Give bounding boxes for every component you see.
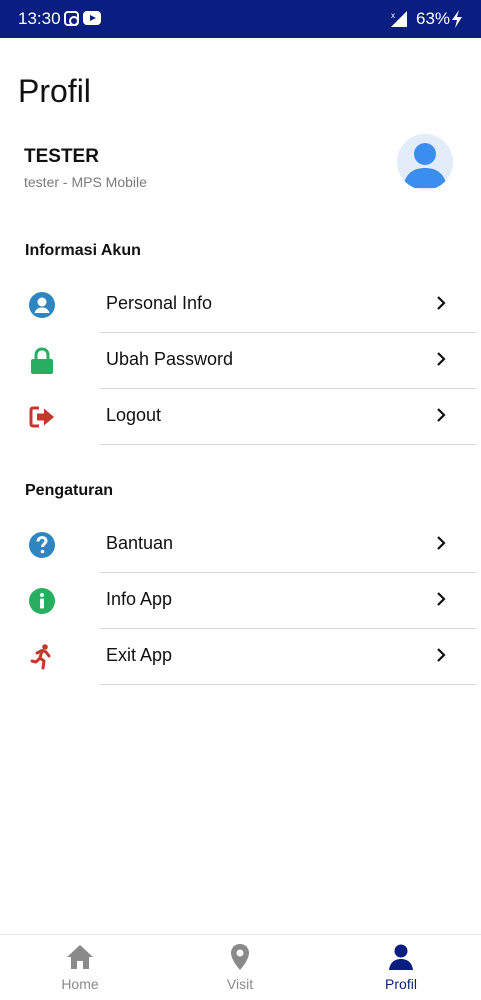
menu-item-ubah-password[interactable]: Ubah Password: [0, 333, 481, 389]
nav-item-home[interactable]: Home: [0, 935, 160, 1000]
menu-item-exit-app[interactable]: Exit App: [0, 629, 481, 685]
page-title: Profil: [18, 73, 91, 109]
bottom-nav: Home Visit Profil: [0, 934, 481, 1000]
running-person-icon: [30, 644, 51, 670]
menu-item-logout[interactable]: Logout: [0, 389, 481, 445]
nav-label: Home: [61, 976, 99, 992]
status-time: 13:30: [18, 9, 61, 28]
status-bar: 13:30 x 63%: [0, 0, 481, 38]
nav-label: Visit: [226, 976, 254, 992]
lock-icon: [31, 347, 53, 374]
battery-percent: 63%: [416, 9, 451, 28]
avatar-user-icon: [403, 143, 447, 188]
chevron-right-icon: [437, 648, 446, 662]
menu-label: Info App: [106, 589, 173, 609]
menu-label: Ubah Password: [106, 349, 234, 369]
nav-label: Profil: [385, 976, 417, 992]
user-subtitle: tester - MPS Mobile: [24, 174, 147, 190]
nav-item-visit[interactable]: Visit: [160, 935, 320, 1000]
chevron-right-icon: [437, 296, 446, 310]
user-icon: [389, 944, 413, 970]
divider: [100, 684, 476, 685]
divider: [100, 444, 476, 445]
menu-item-info-app[interactable]: Info App: [0, 573, 481, 629]
map-pin-icon: [231, 944, 249, 970]
charging-bolt-icon: [452, 10, 462, 28]
logout-icon: [29, 406, 54, 428]
menu-label: Exit App: [106, 645, 173, 665]
menu-label: Logout: [106, 405, 162, 425]
user-name: TESTER: [24, 146, 99, 167]
menu-label: Bantuan: [106, 533, 174, 553]
avatar[interactable]: [397, 134, 453, 190]
user-circle-icon: [29, 292, 55, 318]
section-title-pengaturan: Pengaturan: [25, 482, 114, 499]
nav-item-profil[interactable]: Profil: [321, 935, 481, 1000]
info-circle-icon: [29, 588, 55, 614]
instagram-icon: [64, 11, 79, 26]
youtube-icon: [83, 11, 101, 25]
menu-item-bantuan[interactable]: Bantuan: [0, 517, 481, 573]
chevron-right-icon: [437, 352, 446, 366]
question-circle-icon: [29, 532, 55, 558]
menu-item-personal-info[interactable]: Personal Info: [0, 277, 481, 333]
svg-text:x: x: [391, 11, 395, 20]
chevron-right-icon: [437, 592, 446, 606]
chevron-right-icon: [437, 536, 446, 550]
chevron-right-icon: [437, 408, 446, 422]
menu-label: Personal Info: [106, 293, 213, 313]
section-title-informasi-akun: Informasi Akun: [25, 242, 141, 259]
home-icon: [67, 945, 93, 969]
signal-icon: x: [391, 11, 407, 27]
